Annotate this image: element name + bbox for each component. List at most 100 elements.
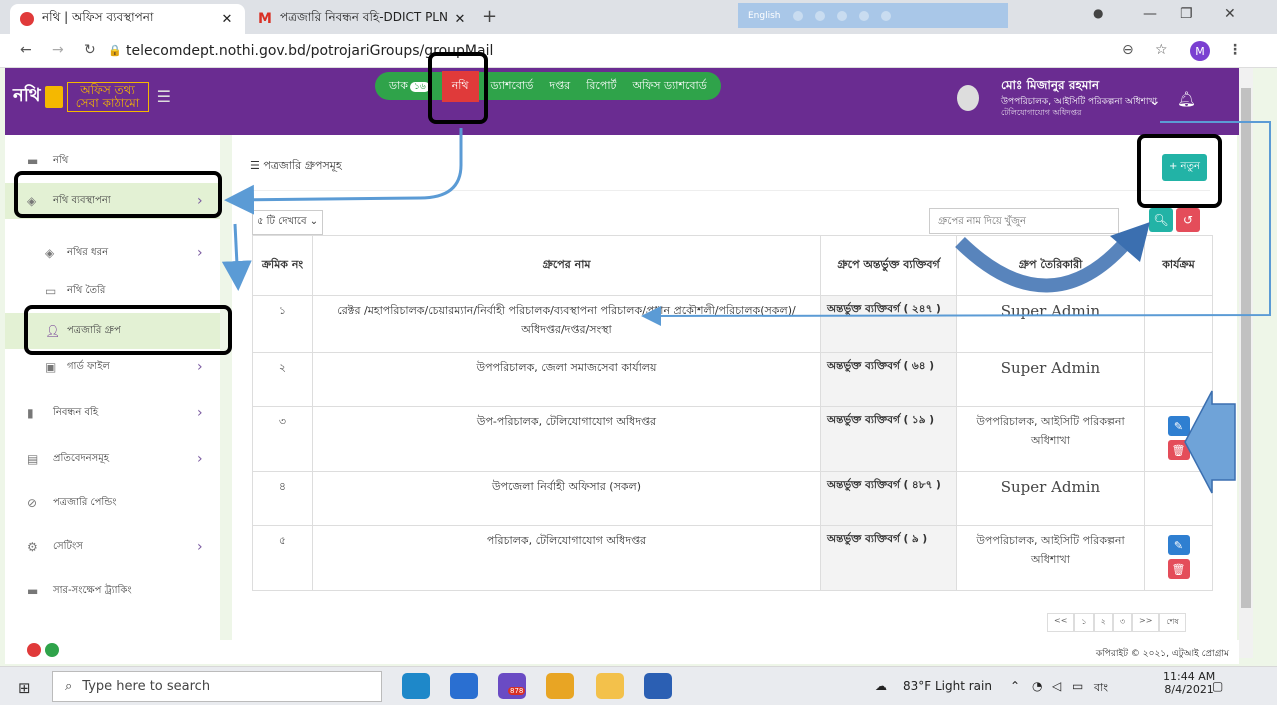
input-language[interactable]: বাং	[1094, 679, 1108, 698]
chevron-down-icon[interactable]: ⌄	[1149, 93, 1161, 109]
page-first[interactable]: <<	[1047, 613, 1075, 632]
window-close-icon[interactable]: ✕	[1224, 6, 1236, 22]
trash-icon: 🗑︎	[1171, 443, 1186, 457]
zoom-icon[interactable]: ⊖	[1122, 42, 1134, 58]
sidebar-item-label: নথির ধরন	[67, 246, 109, 258]
row-members-link[interactable]: অন্তর্ভুক্ত ব্যক্তিবর্গ ( ১৯ )	[820, 406, 957, 472]
logo-book-icon	[44, 85, 63, 108]
nav-dak[interactable]: ডাক ১৬	[389, 77, 430, 96]
browser-tab-nothi[interactable]: নথি | অফিস ব্যবস্থাপনা ✕	[10, 4, 245, 34]
weather-text[interactable]: 83°F Light rain	[903, 679, 992, 693]
browser-menu-icon[interactable]: ⋮	[1228, 42, 1242, 58]
table-row: ১ রেক্টর /মহাপরিচালক/চেয়ারম্যান/নির্বাহ…	[252, 295, 1213, 353]
nav-label: ডাক	[389, 78, 408, 92]
nav-office-dashboard[interactable]: অফিস ড্যাশবোর্ড	[633, 77, 707, 96]
group-search-input[interactable]	[929, 208, 1119, 234]
restore-icon[interactable]: ❐	[1180, 6, 1193, 22]
divider	[250, 190, 1210, 191]
minimize-icon[interactable]: —	[1143, 6, 1157, 22]
sidebar-item-potrojari-pending[interactable]: ⊘ পত্রজারি পেন্ডিং	[5, 485, 220, 521]
chevron-right-icon: ›	[197, 539, 203, 555]
gmail-icon: M	[258, 11, 272, 27]
report-icon: ▤	[27, 452, 39, 466]
tracking-icon: ▬	[27, 584, 39, 598]
profile-avatar[interactable]: M	[1190, 41, 1210, 61]
mail-icon[interactable]	[450, 673, 478, 699]
viber-icon[interactable]: 878	[498, 673, 526, 699]
clock-time: 11:44 AM	[1163, 670, 1216, 683]
search-button[interactable]: 🔍︎	[1149, 208, 1173, 232]
groups-table: ক্রমিক নং গ্রুপের নাম গ্রুপে অন্তর্ভুক্ত…	[252, 235, 1213, 591]
delete-button[interactable]: 🗑︎	[1167, 440, 1190, 460]
row-members-link[interactable]: অন্তর্ভুক্ত ব্যক্তিবর্গ ( ২৪৭ )	[820, 295, 957, 353]
record-icon[interactable]: ●	[1093, 6, 1103, 20]
sidebar-item-label: গার্ড ফাইল	[67, 360, 110, 372]
notification-icon[interactable]: ▢	[1212, 679, 1223, 693]
app-logo[interactable]: নথি অফিস তথ্য সেবা কাঠামো ☰	[13, 81, 171, 112]
delete-button[interactable]: 🗑︎	[1167, 559, 1190, 579]
nav-dashboard[interactable]: ড্যাশবোর্ড	[491, 77, 534, 96]
per-page-select[interactable]: ৫ টি দেখাবে ⌄	[252, 210, 324, 235]
nav-report[interactable]: রিপোর্ট	[586, 77, 616, 96]
row-creator: উপপরিচালক, আইসিটি পরিকল্পনা অধিশাখা	[956, 406, 1145, 472]
forward-icon[interactable]: →	[52, 42, 64, 58]
hamburger-menu-icon[interactable]: ☰	[157, 87, 171, 106]
edge-icon[interactable]	[402, 673, 430, 699]
windows-start-icon[interactable]: ⊞	[18, 679, 31, 697]
annotation-highlight-new-button	[1137, 134, 1222, 208]
row-serial: ৪	[252, 471, 313, 526]
page-next[interactable]: >>	[1132, 613, 1160, 632]
sidebar-item-settings[interactable]: ⚙ সেটিংস ›	[5, 529, 220, 565]
page-3[interactable]: ৩	[1112, 613, 1133, 632]
page-scrollbar[interactable]	[1239, 68, 1253, 658]
row-serial: ২	[252, 352, 313, 407]
close-icon[interactable]: ✕	[452, 12, 468, 27]
page-1[interactable]: ১	[1074, 613, 1094, 632]
file-explorer-icon[interactable]	[596, 673, 624, 699]
page-last[interactable]: শেষ	[1159, 613, 1186, 632]
sidebar-item-reports[interactable]: ▤ প্রতিবেদনসমূহ ›	[5, 441, 220, 477]
bangladesh-emblem-icon	[27, 643, 41, 657]
tray-arrow-icon[interactable]: ⌃	[1010, 679, 1020, 693]
user-avatar	[957, 85, 979, 111]
volume-icon[interactable]: ◁	[1052, 679, 1061, 693]
browser-tab-gmail[interactable]: M পত্রজারি নিবন্ধন বহি-DDICT PLN ✕	[248, 4, 478, 34]
a2i-logo-icon	[45, 643, 59, 657]
chrome-icon[interactable]	[546, 673, 574, 699]
sidebar-item-nothi-type[interactable]: ◈ নথির ধরন ›	[5, 235, 220, 271]
toolbar-icon[interactable]	[836, 10, 847, 21]
toolbar-icon[interactable]	[858, 10, 869, 21]
edit-button[interactable]: ✎	[1167, 535, 1190, 555]
row-members-link[interactable]: অন্তর্ভুক্ত ব্যক্তিবর্গ ( ৪৮৭ )	[820, 471, 957, 526]
sidebar-item-register[interactable]: ▮ নিবন্ধন বহি ›	[5, 395, 220, 431]
new-tab-button[interactable]: +	[482, 6, 497, 27]
toolbar-icon[interactable]	[880, 10, 891, 21]
language-label[interactable]: English	[748, 11, 781, 21]
edit-icon: ✎	[1173, 419, 1184, 433]
row-members-link[interactable]: অন্তর্ভুক্ত ব্যক্তিবর্গ ( ৯ )	[820, 525, 957, 591]
scrollbar-thumb[interactable]	[1241, 88, 1251, 608]
close-icon[interactable]: ✕	[219, 12, 235, 27]
bell-icon[interactable]: 🔔︎	[1177, 90, 1196, 108]
taskbar-search[interactable]: ⌕ Type here to search	[52, 671, 382, 702]
edit-button[interactable]: ✎	[1167, 416, 1190, 436]
row-actions	[1144, 471, 1213, 526]
toolbar-icon[interactable]	[792, 10, 803, 21]
bookmark-star-icon[interactable]: ☆	[1155, 42, 1168, 58]
back-icon[interactable]: ←	[20, 42, 32, 58]
lock-icon[interactable]: 🔒	[108, 44, 122, 57]
weather-icon[interactable]: ☁	[875, 679, 887, 693]
row-actions: ✎ 🗑︎	[1144, 406, 1213, 472]
sidebar-item-summary-tracking[interactable]: ▬ সার-সংক্ষেপ ট্র্যাকিং	[5, 573, 220, 609]
page-2[interactable]: ২	[1093, 613, 1113, 632]
nav-daptor[interactable]: দপ্তর	[549, 77, 570, 96]
wifi-icon[interactable]: ◔	[1032, 679, 1042, 693]
toolbar-icon[interactable]	[814, 10, 825, 21]
battery-icon[interactable]: ▭	[1072, 679, 1083, 693]
sidebar-item-nothi-create[interactable]: ▭ নথি তৈরি	[5, 273, 220, 309]
row-members-link[interactable]: অন্তর্ভুক্ত ব্যক্তিবর্গ ( ৬৪ )	[820, 352, 957, 407]
taskbar-clock[interactable]: 11:44 AM 8/4/2021	[1163, 670, 1215, 696]
reset-button[interactable]: ↺	[1176, 208, 1200, 232]
word-icon[interactable]	[644, 673, 672, 699]
reload-icon[interactable]: ↻	[84, 42, 96, 58]
